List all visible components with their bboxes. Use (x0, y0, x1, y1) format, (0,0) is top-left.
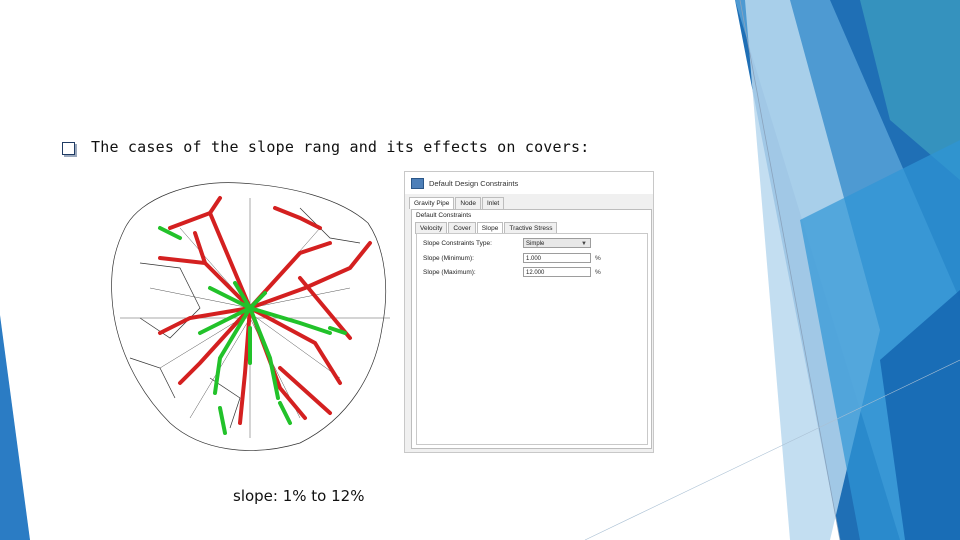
dialog-titlebar: Default Design Constraints (405, 172, 653, 194)
slope-panel: Slope Constraints Type: Simple ▼ Slope (… (416, 233, 648, 445)
slope-min-unit: % (595, 255, 601, 262)
sewer-network-map (111, 182, 390, 451)
bullet-point: The cases of the slope rang and its effe… (62, 138, 589, 156)
deco-left-triangle (0, 315, 30, 540)
tab-inlet[interactable]: Inlet (481, 197, 505, 209)
dialog-title: Default Design Constraints (429, 178, 519, 188)
slope-max-unit: % (595, 269, 601, 276)
design-constraints-dialog: Default Design Constraints Gravity Pipe … (404, 171, 654, 453)
slope-max-input[interactable]: 12.000 (523, 267, 591, 277)
bullet-text: The cases of the slope rang and its effe… (91, 138, 590, 156)
slope-min-input[interactable]: 1.000 (523, 253, 591, 263)
slope-type-select[interactable]: Simple ▼ (523, 238, 591, 248)
field-label-slope-type: Slope Constraints Type: (423, 240, 492, 247)
field-label-slope-min: Slope (Minimum): (423, 255, 474, 262)
gravity-pipe-panel: Default Constraints Velocity Cover Slope… (411, 209, 652, 449)
square-bullet-icon (62, 141, 75, 155)
chevron-down-icon: ▼ (581, 241, 587, 247)
main-tabs: Gravity Pipe Node Inlet (409, 197, 505, 209)
slope-caption: slope: 1% to 12% (233, 487, 365, 505)
slope-type-value: Simple (526, 241, 545, 247)
tab-gravity-pipe[interactable]: Gravity Pipe (409, 197, 455, 209)
app-icon (411, 177, 424, 189)
group-label: Default Constraints (416, 212, 472, 219)
tab-node[interactable]: Node (455, 197, 481, 209)
field-label-slope-max: Slope (Maximum): (423, 269, 476, 276)
